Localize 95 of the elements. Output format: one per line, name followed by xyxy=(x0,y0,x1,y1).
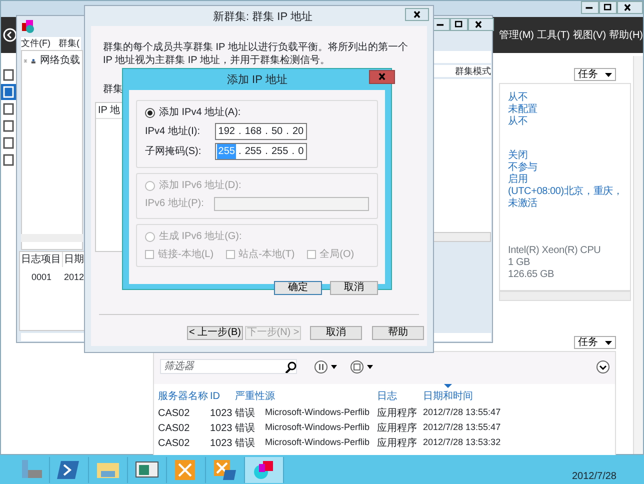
menu-item[interactable]: 帮助(H) xyxy=(609,28,644,43)
property-value[interactable]: 启用 xyxy=(508,174,528,186)
close-button[interactable] xyxy=(617,1,643,14)
dialog-button[interactable]: 取消 xyxy=(330,281,378,295)
save-dropdown-icon[interactable] xyxy=(350,360,374,374)
ip-address-field[interactable]: 192 . 168 . 50 . 20 xyxy=(215,123,307,140)
expander-icon[interactable] xyxy=(24,56,28,64)
property-value[interactable]: 不参与 xyxy=(508,162,538,174)
sidebar-item[interactable] xyxy=(1,135,16,151)
sidebar-item[interactable] xyxy=(1,67,16,83)
ip-address-field[interactable]: 255 . 255 . 255 . 0 xyxy=(215,143,307,160)
app-icon xyxy=(21,19,35,33)
property-value[interactable]: 从不 xyxy=(508,116,528,128)
table-cell-text: 0001 xyxy=(30,271,53,284)
field-label: 子网掩码(S): xyxy=(145,145,202,159)
property-value[interactable]: 未激活 xyxy=(508,198,538,210)
column-header[interactable]: 日志项目 xyxy=(20,252,63,267)
dialog-button[interactable]: 确定 xyxy=(274,281,322,295)
property-value[interactable]: 1 GB xyxy=(508,257,530,269)
caret-icon[interactable] xyxy=(605,72,612,76)
column-header[interactable]: 严重性 xyxy=(235,384,265,404)
horizontal-scrollbar[interactable] xyxy=(431,232,491,242)
task-dropdown[interactable]: 任务 xyxy=(574,336,616,349)
minimize-button[interactable] xyxy=(581,1,599,14)
table-cell-text: 2012/7/28 13:55:47 xyxy=(423,421,502,434)
expand-icon[interactable] xyxy=(596,360,610,374)
vertical-scrollbar[interactable] xyxy=(633,56,643,454)
dialog-title: 添加 IP 地址 xyxy=(227,73,288,88)
table-cell-text: 1023 xyxy=(210,437,234,451)
taskbar-button[interactable] xyxy=(245,456,284,482)
field-label: IPv4 地址(I): xyxy=(145,124,202,139)
property-value[interactable]: Intel(R) Xeon(R) CPU xyxy=(508,245,601,257)
column-header[interactable]: 日期和时间 xyxy=(423,384,473,404)
table-cell-text: 2012/7/28 13:53:32 xyxy=(423,436,502,449)
radio-label[interactable]: 添加 IPv4 地址(A): xyxy=(159,105,241,120)
maximize-button[interactable] xyxy=(450,18,468,31)
menu-item[interactable]: 管理(M) xyxy=(499,28,534,43)
table-cell-text: 1023 xyxy=(210,407,234,421)
filter-field[interactable]: 筛选器 xyxy=(160,359,297,374)
property-value[interactable]: (UTC+08:00)北京，重庆， xyxy=(508,186,623,198)
sidebar-item[interactable] xyxy=(1,101,16,117)
table-cell-text: 2012/7/28 13:55:47 xyxy=(423,406,502,419)
wizard-button[interactable]: 帮助 xyxy=(372,326,424,340)
table-cell-text: Microsoft-Windows-Perflib xyxy=(265,406,371,419)
menu-item[interactable]: 文件(F) xyxy=(21,37,50,50)
column-header[interactable]: 源 xyxy=(265,384,275,404)
tree-item[interactable]: 网络负载 xyxy=(40,53,80,68)
table-cell-text: Microsoft-Windows-Perflib xyxy=(265,436,371,449)
table-cell-text: 错误 xyxy=(235,407,256,421)
sidebar-item[interactable] xyxy=(1,118,16,134)
ipv6-address-field[interactable] xyxy=(214,196,369,210)
description-text: 群集的每个成员共享群集 IP 地址以进行负载平衡。将所列出的第一个 IP 地址视为主群集 IP 地址，并用于群集检测信号。 xyxy=(103,41,409,67)
sidebar-item[interactable] xyxy=(1,84,16,100)
table-cell-text: 错误 xyxy=(235,437,256,451)
close-button[interactable] xyxy=(405,8,429,21)
menu-item[interactable]: 群集( xyxy=(58,37,80,50)
property-value[interactable]: 从不 xyxy=(508,92,528,104)
table-cell-text: CAS02 xyxy=(158,407,191,421)
maximize-button[interactable] xyxy=(599,1,617,14)
wizard-button[interactable]: 取消 xyxy=(310,326,362,340)
radio-button[interactable] xyxy=(145,108,155,118)
property-value[interactable]: 未配置 xyxy=(508,104,538,116)
menu-item[interactable]: 工具(T) xyxy=(537,28,570,43)
table-cell-text: Microsoft-Windows-Perflib xyxy=(265,421,371,434)
column-header[interactable]: 日志 xyxy=(377,384,397,404)
table-cell-text: 2012 xyxy=(63,271,84,284)
wizard-button[interactable]: < 上一步(B) xyxy=(187,326,243,340)
table-cell-text: 错误 xyxy=(235,422,256,436)
field-label: IPv6 地址(P): xyxy=(145,196,205,211)
column-header[interactable]: ID xyxy=(210,384,220,404)
table-cell-text: CAS02 xyxy=(158,422,191,436)
list-label: 群集 xyxy=(103,83,124,97)
menu-item[interactable]: 视图(V) xyxy=(572,28,606,43)
table-cell-text: 1023 xyxy=(210,422,234,436)
column-header[interactable]: 群集模式 xyxy=(431,65,491,77)
caret-icon[interactable] xyxy=(605,340,612,344)
window-title: 新群集: 群集 IP 地址 xyxy=(213,10,312,25)
list-view-dropdown-icon[interactable] xyxy=(314,360,338,374)
table-cell-text: CAS02 xyxy=(158,437,191,451)
search-icon[interactable] xyxy=(285,361,297,373)
horizontal-scrollbar[interactable] xyxy=(499,291,631,301)
task-dropdown[interactable]: 任务 xyxy=(574,68,616,81)
column-header[interactable]: 服务器名称 xyxy=(158,384,208,404)
exchange-shell-icon xyxy=(212,458,238,482)
clock-date: 2012/7/28 xyxy=(572,470,616,484)
table-cell-text: 应用程序 xyxy=(377,406,418,421)
list-row xyxy=(431,51,491,63)
table-cell-text: 应用程序 xyxy=(377,436,418,451)
back-icon[interactable] xyxy=(3,28,17,42)
horizontal-scrollbar[interactable] xyxy=(21,234,83,242)
property-value[interactable]: 126.65 GB xyxy=(508,269,554,281)
close-button[interactable] xyxy=(468,18,494,31)
table-cell-text: 应用程序 xyxy=(377,422,418,436)
sidebar-item[interactable] xyxy=(1,152,16,168)
property-value[interactable]: 关闭 xyxy=(508,150,528,162)
